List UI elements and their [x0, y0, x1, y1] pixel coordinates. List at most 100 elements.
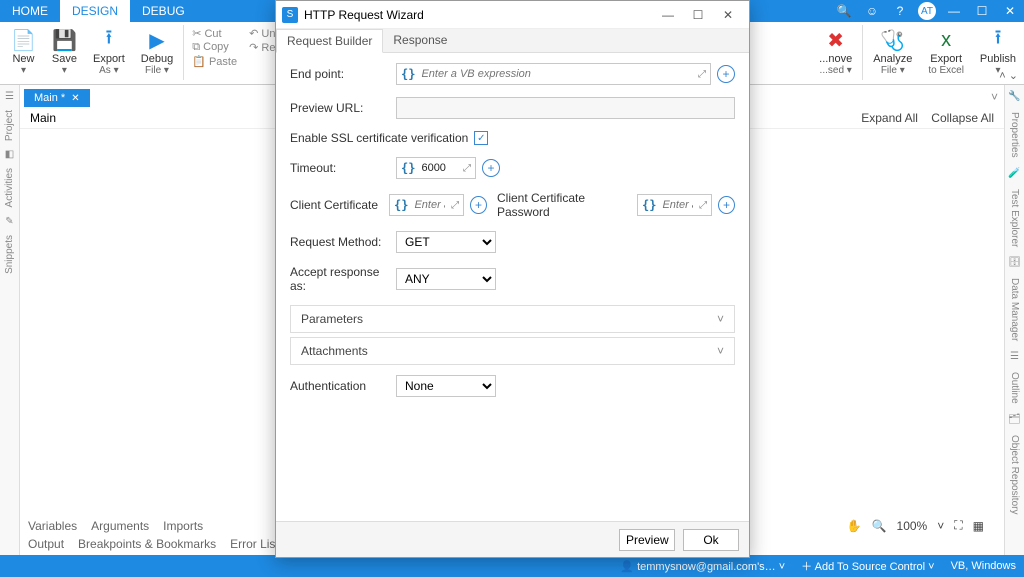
- preview-url-label: Preview URL:: [290, 101, 390, 115]
- attachments-expander[interactable]: Attachments˅: [290, 337, 735, 365]
- search-icon[interactable]: 🔍: [830, 4, 858, 18]
- endpoint-add-button[interactable]: +: [717, 65, 735, 83]
- expand-all-link[interactable]: Expand All: [861, 111, 918, 125]
- sidebar-outline[interactable]: Outline: [1009, 372, 1020, 404]
- properties-icon[interactable]: 🔧: [1008, 91, 1020, 102]
- sidebar-snippets[interactable]: Snippets: [4, 235, 15, 274]
- method-select[interactable]: GET: [396, 231, 496, 253]
- dialog-maximize-icon[interactable]: ☐: [683, 8, 713, 22]
- http-request-wizard-dialog: S HTTP Request Wizard — ☐ ✕ Request Buil…: [275, 0, 750, 558]
- test-explorer-icon[interactable]: 🧪: [1008, 168, 1020, 179]
- sidebar-project[interactable]: Project: [4, 110, 15, 141]
- page-title: Main: [30, 111, 56, 125]
- zoom-dropdown-icon[interactable]: ˅: [937, 519, 944, 533]
- dialog-close-icon[interactable]: ✕: [713, 8, 743, 22]
- ribbon-remove-unused[interactable]: ✖...nove...sed ▾: [811, 25, 860, 78]
- overview-icon[interactable]: ▦: [973, 519, 984, 533]
- client-cert-add-button[interactable]: +: [470, 196, 487, 214]
- zoom-icon[interactable]: 🔍: [872, 519, 887, 533]
- zoom-level[interactable]: 100%: [897, 519, 928, 533]
- document-tab-main[interactable]: Main * ✕: [24, 89, 90, 107]
- tab-error-list[interactable]: Error List: [230, 537, 279, 551]
- chevron-down-icon: ˅: [717, 312, 724, 326]
- parameters-expander[interactable]: Parameters˅: [290, 305, 735, 333]
- tab-output[interactable]: Output: [28, 537, 64, 551]
- project-icon[interactable]: ☰: [5, 91, 14, 102]
- preview-button[interactable]: Preview: [619, 529, 675, 551]
- sidebar-object-repo[interactable]: Object Repository: [1009, 435, 1020, 514]
- accept-label: Accept response as:: [290, 265, 390, 293]
- ribbon-copy[interactable]: ⧉ Copy: [192, 41, 237, 54]
- avatar[interactable]: AT: [918, 2, 936, 20]
- client-cert-pw-input-wrap[interactable]: {} ⤢: [637, 194, 712, 216]
- outline-icon[interactable]: ☰: [1010, 351, 1019, 362]
- brace-icon: {}: [401, 67, 415, 81]
- document-tab-label: Main *: [34, 92, 65, 104]
- tab-response[interactable]: Response: [383, 29, 457, 52]
- ribbon-save[interactable]: 💾Save▾: [44, 25, 85, 78]
- client-cert-label: Client Certificate: [290, 198, 383, 212]
- sidebar-properties[interactable]: Properties: [1009, 112, 1020, 158]
- client-cert-input-wrap[interactable]: {} ⤢: [389, 194, 464, 216]
- ssl-checkbox[interactable]: ✓: [474, 131, 488, 145]
- tab-imports[interactable]: Imports: [163, 519, 203, 533]
- method-label: Request Method:: [290, 235, 390, 249]
- sidebar-test-explorer[interactable]: Test Explorer: [1009, 189, 1020, 247]
- ribbon-cut[interactable]: ✂ Cut: [192, 27, 237, 40]
- help-icon[interactable]: ?: [886, 4, 914, 18]
- dialog-logo-icon: S: [282, 7, 298, 23]
- menu-design[interactable]: DESIGN: [60, 0, 130, 22]
- object-repo-icon[interactable]: 🗂: [1008, 414, 1021, 425]
- status-account[interactable]: 👤 temmysnow@gmail.com's… ˅: [620, 560, 785, 573]
- minimize-icon[interactable]: —: [940, 4, 968, 18]
- status-language[interactable]: VB, Windows: [951, 560, 1016, 572]
- sidebar-activities[interactable]: Activities: [4, 168, 15, 207]
- endpoint-input[interactable]: [419, 67, 694, 81]
- ribbon-new[interactable]: 📄New▾: [3, 25, 44, 78]
- timeout-input-wrap[interactable]: {} ⤢: [396, 157, 476, 179]
- ribbon-analyze[interactable]: 🩺AnalyzeFile ▾: [865, 25, 920, 78]
- ribbon-paste[interactable]: 📋 Paste: [192, 55, 237, 68]
- menu-home[interactable]: HOME: [0, 0, 60, 22]
- endpoint-input-wrap[interactable]: {} ⤢: [396, 63, 711, 85]
- expand-icon[interactable]: ⤢: [463, 163, 471, 174]
- ok-button[interactable]: Ok: [683, 529, 739, 551]
- ssl-label: Enable SSL certificate verification: [290, 131, 468, 145]
- collapse-all-link[interactable]: Collapse All: [931, 111, 994, 125]
- tab-request-builder[interactable]: Request Builder: [276, 29, 383, 53]
- accept-select[interactable]: ANY: [396, 268, 496, 290]
- auth-label: Authentication: [290, 379, 390, 393]
- client-cert-pw-add-button[interactable]: +: [718, 196, 735, 214]
- menu-debug[interactable]: DEBUG: [130, 0, 197, 22]
- feedback-icon[interactable]: ☺: [858, 4, 886, 18]
- tab-arguments[interactable]: Arguments: [91, 519, 149, 533]
- sidebar-data-manager[interactable]: Data Manager: [1009, 278, 1020, 341]
- expand-icon[interactable]: ⤢: [451, 200, 459, 211]
- ribbon-debug-file[interactable]: ▶DebugFile ▾: [133, 25, 181, 78]
- tab-dropdown-icon[interactable]: ˅: [985, 87, 1004, 107]
- ribbon-collapse-icon[interactable]: ˄ ⌄: [999, 69, 1018, 82]
- ribbon-export-excel[interactable]: xExportto Excel: [920, 25, 972, 78]
- maximize-icon[interactable]: ☐: [968, 4, 996, 18]
- pan-icon[interactable]: ✋: [847, 519, 862, 533]
- activities-icon[interactable]: ◧: [5, 149, 14, 160]
- timeout-input[interactable]: [419, 161, 459, 175]
- client-cert-pw-input[interactable]: [660, 198, 695, 212]
- client-cert-input[interactable]: [412, 198, 447, 212]
- data-manager-icon[interactable]: 🗄: [1008, 257, 1021, 268]
- close-icon[interactable]: ✕: [996, 4, 1024, 18]
- document-tab-close-icon[interactable]: ✕: [71, 93, 79, 104]
- tab-breakpoints[interactable]: Breakpoints & Bookmarks: [78, 537, 216, 551]
- dialog-title: HTTP Request Wizard: [304, 8, 424, 22]
- expand-icon[interactable]: ⤢: [698, 69, 706, 80]
- status-source-control[interactable]: ＋ Add To Source Control ˅: [801, 558, 934, 574]
- ribbon-export-as[interactable]: ⭱ExportAs ▾: [85, 25, 133, 78]
- auth-select[interactable]: None: [396, 375, 496, 397]
- client-cert-pw-label: Client Certificate Password: [497, 191, 631, 219]
- snippets-icon[interactable]: ✎: [5, 216, 13, 227]
- timeout-add-button[interactable]: +: [482, 159, 500, 177]
- tab-variables[interactable]: Variables: [28, 519, 77, 533]
- dialog-minimize-icon[interactable]: —: [653, 8, 683, 22]
- expand-icon[interactable]: ⤢: [699, 200, 707, 211]
- fit-screen-icon[interactable]: ⛶: [954, 518, 962, 533]
